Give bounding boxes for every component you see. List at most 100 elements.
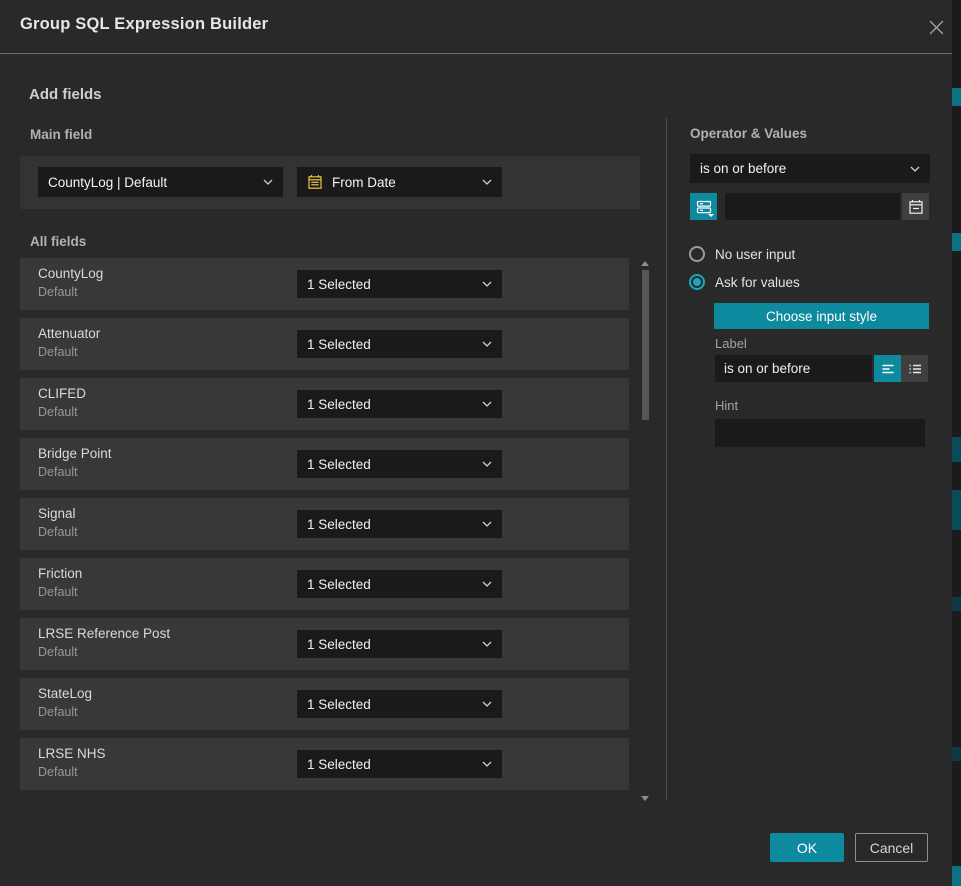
field-subtitle: Default [38,705,78,719]
field-name: CountyLog [38,266,103,281]
field-values-select-value: 1 Selected [307,697,371,712]
main-field-label: Main field [30,127,92,142]
chevron-down-icon [482,701,492,707]
background-fragment [952,490,961,530]
field-values-select[interactable]: 1 Selected [297,510,502,538]
operator-select[interactable]: is on or before [690,154,930,183]
field-values-select-value: 1 Selected [307,757,371,772]
chevron-down-icon [482,341,492,347]
field-values-select[interactable]: 1 Selected [297,630,502,658]
layer-select[interactable]: CountyLog | Default [38,167,283,197]
field-subtitle: Default [38,645,78,659]
background-app-edge [952,0,961,886]
field-subtitle: Default [38,765,78,779]
close-button[interactable] [924,15,948,39]
hint-caption: Hint [715,398,738,413]
unique-values-icon [695,198,713,216]
radio-ask-for-values-label: Ask for values [715,275,800,290]
cancel-button[interactable]: Cancel [855,833,928,862]
field-row: Friction Default 1 Selected [20,558,629,610]
choose-input-style-button[interactable]: Choose input style [714,303,929,329]
hint-input[interactable] [715,419,925,447]
scrollbar[interactable] [640,258,651,804]
field-values-select[interactable]: 1 Selected [297,750,502,778]
background-fragment [952,88,961,106]
field-subtitle: Default [38,465,78,479]
field-row: LRSE NHS Default 1 Selected [20,738,629,790]
dialog-title: Group SQL Expression Builder [20,15,268,34]
field-name: LRSE NHS [38,746,106,761]
field-subtitle: Default [38,585,78,599]
field-name: StateLog [38,686,92,701]
all-fields-list: CountyLog Default 1 Selected Attenuator … [20,258,629,798]
field-row: Attenuator Default 1 Selected [20,318,629,370]
chevron-down-icon [910,166,920,172]
background-fragment [952,437,961,462]
label-caption: Label [715,336,747,351]
field-subtitle: Default [38,285,78,299]
scroll-down-arrow-icon[interactable] [641,796,649,801]
chevron-down-icon [263,179,273,185]
scrollbar-thumb[interactable] [642,270,649,420]
field-values-select[interactable]: 1 Selected [297,570,502,598]
unique-values-button[interactable] [690,193,717,220]
add-fields-heading: Add fields [29,86,102,103]
ok-button[interactable]: OK [770,833,844,862]
field-subtitle: Default [38,405,78,419]
operator-values-label: Operator & Values [690,126,807,141]
field-values-select[interactable]: 1 Selected [297,330,502,358]
field-name: Bridge Point [38,446,112,461]
field-row: CountyLog Default 1 Selected [20,258,629,310]
screen: Group SQL Expression Builder Add fields … [0,0,961,886]
chevron-down-icon [482,761,492,767]
chevron-down-icon [482,401,492,407]
calendar-icon [908,199,924,215]
field-values-select[interactable]: 1 Selected [297,270,502,298]
main-field-select[interactable]: From Date [297,167,502,197]
field-name: LRSE Reference Post [38,626,170,641]
field-values-select-value: 1 Selected [307,337,371,352]
date-picker-button[interactable] [902,193,929,220]
field-subtitle: Default [38,525,78,539]
group-sql-expression-builder-dialog: Group SQL Expression Builder Add fields … [0,0,952,886]
field-name: Attenuator [38,326,100,341]
field-row: StateLog Default 1 Selected [20,678,629,730]
scroll-up-arrow-icon[interactable] [641,261,649,266]
field-values-select-value: 1 Selected [307,517,371,532]
header-divider [0,53,961,54]
radio-ask-for-values[interactable]: Ask for values [689,273,800,291]
layer-select-value: CountyLog | Default [48,175,167,190]
field-values-select-value: 1 Selected [307,637,371,652]
field-name: Signal [38,506,76,521]
radio-circle-icon [689,246,705,262]
field-values-select[interactable]: 1 Selected [297,690,502,718]
chevron-down-icon [482,521,492,527]
field-subtitle: Default [38,345,78,359]
field-values-select-value: 1 Selected [307,577,371,592]
field-row: Bridge Point Default 1 Selected [20,438,629,490]
background-fragment [952,597,961,611]
bulleted-list-icon [907,361,923,377]
label-input[interactable] [715,355,872,382]
main-field-select-value: From Date [332,175,396,190]
field-values-select[interactable]: 1 Selected [297,390,502,418]
field-row: LRSE Reference Post Default 1 Selected [20,618,629,670]
radio-no-user-input-label: No user input [715,247,795,262]
radio-no-user-input[interactable]: No user input [689,245,795,263]
all-fields-label: All fields [30,234,86,249]
background-fragment [952,866,961,886]
list-style-button[interactable] [901,355,928,382]
panel-divider [666,118,667,800]
single-value-style-button[interactable] [874,355,901,382]
field-name: CLIFED [38,386,86,401]
field-name: Friction [38,566,82,581]
caret-down-icon [708,214,714,217]
field-values-select-value: 1 Selected [307,457,371,472]
chevron-down-icon [482,581,492,587]
background-fragment [952,233,961,251]
field-values-select-value: 1 Selected [307,277,371,292]
chevron-down-icon [482,641,492,647]
field-values-select[interactable]: 1 Selected [297,450,502,478]
close-icon [928,19,945,36]
value-date-input[interactable] [725,193,900,220]
